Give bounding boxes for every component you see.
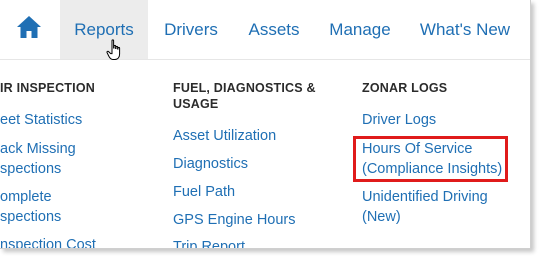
tab-whats-new-label: What's New — [419, 19, 511, 39]
red-highlight-box — [353, 136, 508, 182]
link-track-missing-inspections-line2[interactable]: spections — [0, 159, 61, 179]
tab-reports[interactable]: Reports — [60, 0, 148, 59]
link-fleet-statistics[interactable]: eet Statistics — [0, 110, 82, 130]
link-asset-utilization[interactable]: Asset Utilization — [173, 126, 276, 146]
link-gps-engine-hours[interactable]: GPS Engine Hours — [173, 210, 296, 230]
col-title-zonar-logs: ZONAR LOGS — [362, 81, 448, 95]
link-inspection-cost[interactable]: nspection Cost — [0, 235, 96, 248]
col-title-fuel-line1: FUEL, DIAGNOSTICS & — [173, 81, 316, 95]
tab-manage[interactable]: Manage — [322, 0, 398, 59]
link-incomplete-inspections[interactable]: omplete — [0, 187, 52, 207]
tab-drivers[interactable]: Drivers — [152, 0, 230, 59]
col-title-inspection: IR INSPECTION — [0, 81, 95, 95]
link-track-missing-inspections[interactable]: ack Missing — [0, 139, 76, 159]
screenshot-frame: Reports Drivers Assets Manage What's New… — [0, 0, 531, 249]
link-unidentified-driving-line2[interactable]: (New) — [362, 207, 401, 227]
link-incomplete-inspections-line2[interactable]: spections — [0, 207, 61, 227]
col-title-fuel-line2: USAGE — [173, 97, 219, 111]
top-navbar: Reports Drivers Assets Manage What's New — [0, 0, 530, 60]
home-button[interactable] — [0, 0, 58, 59]
tab-drivers-label: Drivers — [164, 19, 218, 39]
tab-whats-new[interactable]: What's New — [412, 0, 518, 59]
home-icon — [16, 15, 42, 44]
tab-reports-label: Reports — [74, 19, 134, 39]
tab-assets[interactable]: Assets — [238, 0, 310, 59]
link-driver-logs[interactable]: Driver Logs — [362, 110, 436, 130]
link-fuel-path[interactable]: Fuel Path — [173, 182, 235, 202]
link-trip-report[interactable]: Trip Report — [173, 237, 245, 248]
tab-manage-label: Manage — [329, 19, 391, 39]
tab-assets-label: Assets — [248, 19, 300, 39]
link-diagnostics[interactable]: Diagnostics — [173, 154, 248, 174]
link-unidentified-driving[interactable]: Unidentified Driving — [362, 187, 488, 207]
